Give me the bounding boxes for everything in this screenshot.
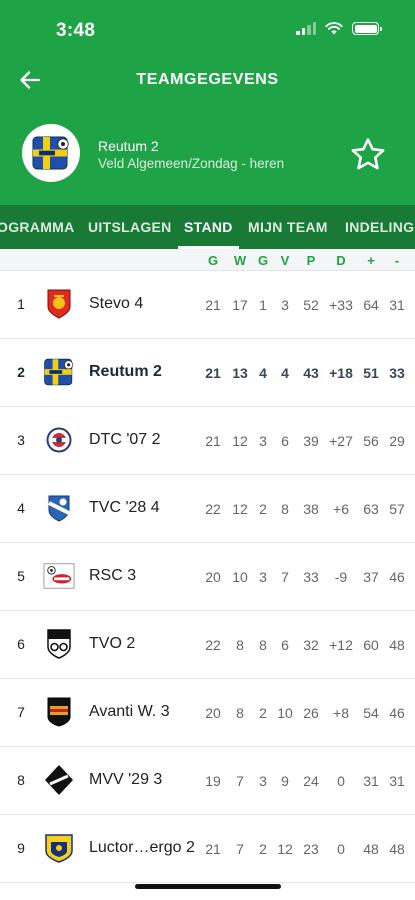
- position: 5: [17, 568, 25, 584]
- wifi-icon: [325, 22, 343, 35]
- position: 3: [17, 432, 25, 448]
- table-row[interactable]: 1 Stevo 4 21 17 1 3 52 +33 64 31: [0, 271, 415, 339]
- home-indicator[interactable]: [135, 884, 281, 889]
- stat-points: 23: [303, 841, 319, 857]
- standings-table: 1 Stevo 4 21 17 1 3 52 +33 64 31 2 Reutu…: [0, 271, 415, 883]
- tab-programma[interactable]: OGRAMMA: [0, 205, 75, 249]
- cellular-signal-icon: [296, 22, 316, 35]
- favorite-button[interactable]: [349, 135, 387, 173]
- position: 6: [17, 636, 25, 652]
- stat-goal-diff: +6: [333, 501, 349, 517]
- stat-goals-against: 48: [389, 841, 405, 857]
- table-row-own-team[interactable]: 2 Reutum 2 21 13 4 4 43 +18 51 33: [0, 339, 415, 407]
- club-name: Luctor…ergo 2: [89, 839, 195, 856]
- tab-indeling[interactable]: INDELING: [345, 205, 414, 249]
- tab-uitslagen[interactable]: UITSLAGEN: [88, 205, 172, 249]
- club-name: TVO 2: [89, 635, 136, 652]
- stat-goals-against: 57: [389, 501, 405, 517]
- club-name: RSC 3: [89, 567, 137, 584]
- stevo-logo-icon: [43, 288, 75, 320]
- status-bar: 3:48: [0, 0, 415, 58]
- club-name: MVV '29 3: [89, 771, 163, 788]
- team-card: Reutum 2 Veld Algemeen/Zondag - heren: [0, 118, 415, 194]
- position: 8: [17, 772, 25, 788]
- col-header-won: W: [233, 253, 247, 268]
- avanti-logo-icon: [43, 696, 75, 728]
- stat-goals-against: 33: [389, 365, 405, 381]
- luctor-logo-icon: [43, 832, 75, 864]
- table-row[interactable]: 8 MVV '29 3 19 7 3 9 24 0 31 31: [0, 747, 415, 815]
- position: 9: [17, 840, 25, 856]
- stat-points: 39: [303, 433, 319, 449]
- tvc-logo-icon: [43, 492, 75, 524]
- col-header-lost: V: [280, 253, 290, 268]
- stat-goal-diff: 0: [337, 773, 345, 789]
- mvv-logo-icon: [43, 764, 75, 796]
- col-header-points: P: [306, 253, 316, 268]
- stat-goals-against: 31: [389, 773, 405, 789]
- club-name: DTC '07 2: [89, 431, 161, 448]
- status-time: 3:48: [56, 20, 96, 41]
- stat-goals-against: 46: [389, 705, 405, 721]
- status-icons: [296, 22, 382, 35]
- stat-goal-diff: -9: [334, 569, 348, 585]
- tab-stand[interactable]: STAND: [178, 205, 239, 249]
- stat-points: 52: [303, 297, 319, 313]
- team-subtitle: Veld Algemeen/Zondag - heren: [98, 156, 285, 171]
- club-name: Avanti W. 3: [89, 703, 170, 720]
- tvo-logo-icon: [43, 628, 75, 660]
- position: 7: [17, 704, 25, 720]
- col-header-goals-for: +: [367, 253, 375, 268]
- tab-mijn-team[interactable]: MIJN TEAM: [248, 205, 328, 249]
- rsc-logo-icon: [43, 560, 75, 592]
- position: 4: [17, 500, 25, 516]
- club-name: Stevo 4: [89, 295, 144, 312]
- position: 1: [17, 296, 25, 312]
- app-header: TEAMGEGEVENS: [0, 58, 415, 102]
- stat-goal-diff: +27: [329, 433, 353, 449]
- standings-column-headers: G W G V P D + -: [0, 249, 415, 271]
- stat-goal-diff: +33: [329, 297, 353, 313]
- stat-goals-against: 29: [389, 433, 405, 449]
- table-row[interactable]: 5 RSC 3 20 10 3 7 33 -9 37 46: [0, 543, 415, 611]
- stat-points: 43: [303, 365, 319, 381]
- battery-icon: [352, 22, 382, 35]
- reutum-logo-icon: [43, 356, 75, 388]
- stat-points: 32: [303, 637, 319, 653]
- table-row[interactable]: 9 Luctor…ergo 2 21 7 2 12 23 0 48 48: [0, 815, 415, 883]
- tab-bar: OGRAMMA UITSLAGEN STAND MIJN TEAM INDELI…: [0, 205, 415, 249]
- col-header-drawn: G: [257, 253, 269, 268]
- stat-goal-diff: +8: [333, 705, 349, 721]
- col-header-played: G: [207, 253, 219, 268]
- stat-goal-diff: +18: [329, 365, 353, 381]
- col-header-goals-against: -: [394, 253, 400, 268]
- table-row[interactable]: 7 Avanti W. 3 20 8 2 10 26 +8 54 46: [0, 679, 415, 747]
- reutum-logo-icon: [32, 136, 69, 170]
- page-title: TEAMGEGEVENS: [136, 71, 279, 88]
- stat-goals-against: 46: [389, 569, 405, 585]
- stat-points: 24: [303, 773, 319, 789]
- table-row[interactable]: 6 TVO 2 22 8 8 6 32 +12 60 48: [0, 611, 415, 679]
- stat-goals-against: 48: [389, 637, 405, 653]
- col-header-goal-diff: D: [336, 253, 346, 268]
- stat-points: 33: [303, 569, 319, 585]
- stat-points: 26: [303, 705, 319, 721]
- star-outline-icon: [351, 138, 385, 170]
- position: 2: [17, 364, 25, 380]
- stat-points: 38: [303, 501, 319, 517]
- club-name: TVC '28 4: [89, 499, 160, 516]
- table-row[interactable]: 3 DTC '07 2 21 12 3 6 39 +27 56 29: [0, 407, 415, 475]
- team-name: Reutum 2: [98, 138, 159, 154]
- stat-goal-diff: 0: [337, 841, 345, 857]
- dtc-logo-icon: [43, 424, 75, 456]
- table-row[interactable]: 4 TVC '28 4 22 12 2 8 38 +6 63 57: [0, 475, 415, 543]
- club-name: Reutum 2: [89, 363, 162, 380]
- stat-goals-against: 31: [389, 297, 405, 313]
- stat-goal-diff: +12: [329, 637, 353, 653]
- team-logo: [22, 124, 80, 182]
